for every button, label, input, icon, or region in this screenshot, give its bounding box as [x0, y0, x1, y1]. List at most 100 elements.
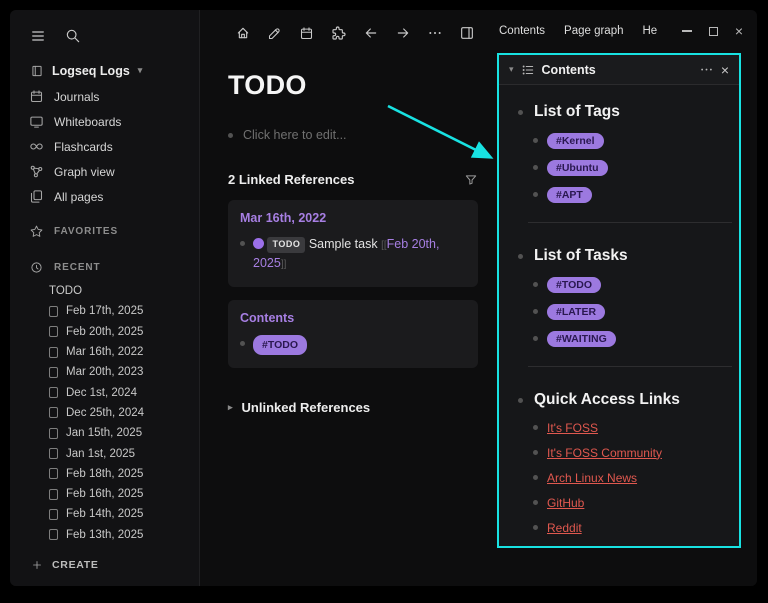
panel-title: Contents — [542, 63, 596, 77]
external-link[interactable]: GitHub — [547, 496, 584, 510]
more-options-button[interactable] — [423, 22, 446, 45]
block-bullet[interactable] — [533, 500, 538, 505]
clock-icon — [29, 260, 44, 275]
recent-item[interactable]: Feb 18th, 2025 — [10, 464, 199, 484]
block-bullet[interactable] — [533, 546, 538, 547]
chevron-right-icon: ▸ — [228, 403, 233, 412]
tab-help[interactable]: He — [643, 25, 658, 37]
home-button[interactable] — [231, 22, 254, 45]
recent-item[interactable]: Feb 20th, 2025 — [10, 322, 199, 342]
window-close-button[interactable]: × — [735, 24, 743, 38]
minimize-button[interactable] — [682, 30, 692, 31]
maximize-button[interactable] — [709, 27, 718, 36]
page-ref-link[interactable]: Contents — [240, 311, 466, 325]
tab-page-graph[interactable]: Page graph — [564, 25, 623, 37]
external-link[interactable]: Reddit — [547, 521, 582, 535]
block-bullet[interactable] — [533, 282, 538, 287]
sidebar-item-all-pages[interactable]: All pages — [10, 184, 199, 209]
dots-icon — [699, 62, 714, 77]
block-bullet[interactable] — [240, 341, 245, 346]
todo-marker[interactable]: TODO — [267, 237, 305, 254]
minimize-icon — [682, 30, 692, 31]
block-bullet[interactable] — [533, 165, 538, 170]
block-bullet[interactable] — [228, 133, 233, 138]
task-text: Sample task — [309, 237, 378, 251]
block-bullet[interactable] — [518, 254, 523, 259]
hamburger-menu-button[interactable] — [29, 27, 47, 45]
block-bullet[interactable] — [533, 525, 538, 530]
funnel-icon — [464, 173, 478, 187]
page-title: TODO — [228, 70, 478, 101]
block-bullet[interactable] — [533, 475, 538, 480]
block-bullet[interactable] — [533, 192, 538, 197]
recent-item[interactable]: Mar 16th, 2022 — [10, 342, 199, 362]
external-link[interactable]: It's FOSS Community — [547, 446, 662, 460]
sidebar-item-graph-view[interactable]: Graph view — [10, 159, 199, 184]
unlinked-references-header[interactable]: ▸ Unlinked References — [228, 400, 478, 415]
graph-selector[interactable]: Logseq Logs ▾ — [10, 53, 199, 84]
external-link[interactable]: It's FOSS — [547, 421, 598, 435]
journal-button[interactable] — [295, 22, 318, 45]
panel-close-button[interactable]: × — [721, 63, 729, 77]
logseq-window: Logseq Logs ▾ Journals Whiteboards Flash… — [10, 10, 757, 586]
edit-button[interactable] — [263, 22, 286, 45]
tab-contents[interactable]: Contents — [499, 25, 545, 37]
page-ref-link[interactable]: Mar 16th, 2022 — [240, 211, 466, 225]
recent-item[interactable]: Feb 17th, 2025 — [10, 301, 199, 321]
tag-pill[interactable]: #LATER — [547, 304, 605, 320]
recent-item[interactable]: Dec 1st, 2024 — [10, 382, 199, 402]
recent-item[interactable]: Jan 1st, 2025 — [10, 443, 199, 463]
recent-item[interactable]: Jan 15th, 2025 — [10, 423, 199, 443]
section-divider — [528, 222, 732, 223]
linked-reference-card: Contents #TODO — [228, 300, 478, 368]
left-sidebar: Logseq Logs ▾ Journals Whiteboards Flash… — [10, 10, 200, 586]
linked-references-header: 2 Linked References — [228, 172, 478, 187]
section-heading: List of Tasks — [534, 247, 628, 265]
block-bullet[interactable] — [533, 425, 538, 430]
block-bullet[interactable] — [533, 450, 538, 455]
sidebar-item-label: Graph view — [54, 165, 115, 179]
tag-pill[interactable]: #Ubuntu — [547, 160, 608, 176]
collapse-caret-icon[interactable]: ▾ — [509, 65, 514, 74]
contents-panel-header: ▾ Contents × — [499, 55, 739, 85]
panel-more-button[interactable] — [699, 62, 714, 77]
filter-button[interactable] — [464, 173, 478, 187]
page-icon — [49, 529, 58, 540]
recent-item[interactable]: Feb 14th, 2025 — [10, 504, 199, 524]
block-bullet[interactable] — [533, 138, 538, 143]
block-bullet[interactable] — [533, 336, 538, 341]
pen-icon — [267, 26, 282, 41]
create-button[interactable]: CREATE — [10, 545, 199, 576]
tag-pill[interactable]: #Kernel — [547, 133, 604, 149]
search-button[interactable] — [64, 27, 82, 45]
tag-pill[interactable]: #APT — [547, 187, 592, 203]
page-icon — [49, 468, 58, 479]
forward-button[interactable] — [391, 22, 414, 45]
back-button[interactable] — [359, 22, 382, 45]
toggle-right-sidebar-button[interactable] — [455, 22, 478, 45]
plus-icon — [29, 557, 44, 572]
recent-item[interactable]: Feb 16th, 2025 — [10, 484, 199, 504]
sidebar-item-whiteboards[interactable]: Whiteboards — [10, 109, 199, 134]
block-bullet[interactable] — [518, 398, 523, 403]
external-link[interactable]: Arch Linux News — [547, 471, 637, 485]
recent-item-todo[interactable]: TODO — [10, 281, 199, 301]
block-bullet[interactable] — [533, 309, 538, 314]
tag-pill[interactable]: #TODO — [253, 335, 307, 355]
sidebar-item-flashcards[interactable]: Flashcards — [10, 134, 199, 159]
recent-item[interactable]: Feb 13th, 2025 — [10, 525, 199, 545]
calendar-icon — [29, 89, 44, 104]
sidebar-item-journals[interactable]: Journals — [10, 84, 199, 109]
block-bullet[interactable] — [518, 110, 523, 115]
tag-pill[interactable]: #TODO — [547, 277, 601, 293]
recent-item[interactable]: Mar 20th, 2023 — [10, 362, 199, 382]
plugins-button[interactable] — [327, 22, 350, 45]
editor-placeholder-block[interactable]: Click here to edit... — [228, 128, 478, 142]
sidebar-item-label: Journals — [54, 90, 99, 104]
todo-checkbox[interactable] — [253, 238, 264, 249]
page-icon — [49, 509, 58, 520]
page-icon — [49, 489, 58, 500]
block-bullet[interactable] — [240, 241, 245, 246]
recent-item[interactable]: Dec 25th, 2024 — [10, 403, 199, 423]
tag-pill[interactable]: #WAITING — [547, 331, 616, 347]
